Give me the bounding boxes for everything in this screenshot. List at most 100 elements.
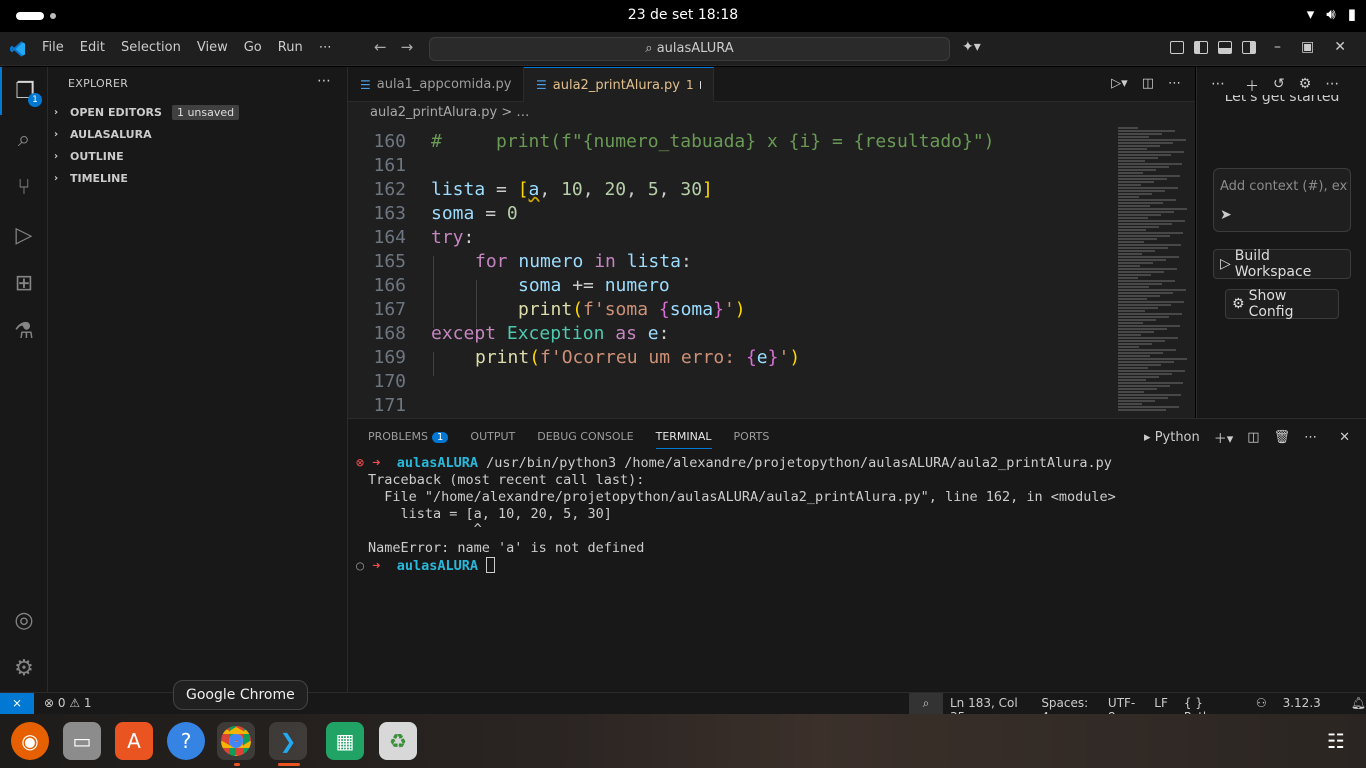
toggle-secondary-sidebar-icon[interactable] — [1242, 41, 1256, 54]
unsaved-dot-icon[interactable] — [699, 81, 701, 89]
chat-input[interactable]: Add context (#), extensions (@), command… — [1213, 168, 1351, 232]
build-workspace-icon: ▷ — [1220, 256, 1231, 272]
explorer-icon[interactable]: ❐ 1 — [0, 67, 48, 115]
tab-label: PROBLEMS — [368, 430, 429, 443]
chat-more-icon[interactable]: ⋯ — [1211, 76, 1225, 96]
menu-run[interactable]: Run — [278, 40, 303, 55]
menu-view[interactable]: View — [197, 40, 228, 55]
close-window-icon[interactable]: ✕ — [1334, 39, 1346, 55]
new-chat-plus-icon[interactable]: ＋ — [1245, 76, 1259, 96]
terminal-line: ⊗ ➜ aulasALURA /usr/bin/python3 /home/al… — [356, 455, 1112, 471]
tab-output[interactable]: OUTPUT — [470, 430, 515, 449]
back-arrow-icon[interactable]: ← — [374, 38, 387, 56]
line-number: 168 — [373, 323, 406, 344]
token: : — [658, 323, 670, 344]
show-config-button[interactable]: ⚙ Show Config — [1225, 288, 1339, 320]
history-icon[interactable]: ↺ — [1273, 76, 1285, 96]
date-time[interactable]: 23 de set 18:18 — [0, 7, 1366, 23]
minimap-line — [1118, 370, 1185, 372]
new-terminal-plus-icon[interactable]: ＋▾ — [1214, 428, 1234, 447]
tab-aula2-printalura[interactable]: ☰ aula2_printAlura.py 1 — [524, 67, 714, 102]
help-icon[interactable]: ? — [167, 722, 205, 760]
minimap-line — [1118, 214, 1161, 216]
close-panel-icon[interactable]: ✕ — [1339, 430, 1350, 445]
menu-more[interactable]: ⋯ — [319, 40, 332, 55]
minimize-icon[interactable]: – — [1274, 39, 1281, 55]
tab-debug-console[interactable]: DEBUG CONSOLE — [537, 430, 633, 449]
minimap-line — [1118, 196, 1139, 198]
customize-layout-icon[interactable] — [1170, 41, 1184, 54]
token: except — [431, 323, 497, 344]
prompt-arrow-icon: ➜ — [372, 558, 381, 574]
spreadsheet-icon[interactable]: ▦ — [326, 722, 364, 760]
split-editor-icon[interactable]: ◫ — [1142, 76, 1154, 91]
source-control-icon[interactable]: ⑂ — [0, 163, 48, 211]
error-circle-icon: ⊗ — [356, 455, 365, 471]
python-file-icon: ☰ — [536, 78, 547, 92]
copilot-menu-icon[interactable]: ✦▾ — [962, 39, 981, 55]
menu-selection[interactable]: Selection — [121, 40, 181, 55]
prompt-circle-icon: ○ — [356, 558, 365, 574]
firefox-icon[interactable]: ◉ — [11, 722, 49, 760]
manage-gear-icon[interactable]: ⚙ — [0, 644, 48, 692]
token: ' — [778, 347, 790, 368]
tab-aula1-appcomida[interactable]: ☰ aula1_appcomida.py — [348, 67, 524, 102]
terminal-selector[interactable]: ▸ Python — [1144, 430, 1200, 445]
more-actions-icon[interactable]: ⋯ — [317, 73, 331, 89]
minimap-line — [1118, 316, 1169, 318]
minimap-line — [1118, 202, 1163, 204]
accounts-icon[interactable]: ◎ — [0, 596, 48, 644]
minimap-line — [1118, 232, 1183, 234]
minimap-line — [1118, 145, 1160, 147]
chat-overflow-icon[interactable]: ⋯ — [1325, 76, 1339, 96]
toggle-panel-icon[interactable] — [1218, 41, 1232, 54]
show-apps-icon[interactable]: ☷ — [1317, 722, 1355, 760]
tab-terminal[interactable]: TERMINAL — [655, 430, 712, 449]
chat-input-placeholder: Add context (#), extensions (@), command… — [1220, 179, 1348, 194]
remote-indicator-icon[interactable]: ⨯ — [0, 693, 34, 715]
section-open-editors[interactable]: › OPEN EDITORS 1 unsaved — [54, 101, 240, 123]
menu-go[interactable]: Go — [244, 40, 262, 55]
files-icon[interactable]: ▭ — [63, 722, 101, 760]
run-debug-icon[interactable]: ▷ — [0, 211, 48, 259]
search-view-icon[interactable]: ⌕ — [0, 115, 48, 163]
send-icon[interactable]: ➤ — [1220, 207, 1348, 223]
token: , — [626, 179, 648, 200]
section-timeline[interactable]: › TIMELINE — [54, 167, 128, 189]
code-editor[interactable]: 160 161 162 163 164 165 166 167 168 169 … — [348, 124, 1195, 418]
vscode-icon[interactable]: ❯ — [269, 722, 307, 760]
section-outline[interactable]: › OUTLINE — [54, 145, 124, 167]
minimap-line — [1118, 253, 1142, 255]
run-python-file-icon[interactable]: ▷▾ — [1111, 76, 1128, 91]
tab-problems[interactable]: PROBLEMS 1 — [368, 430, 449, 449]
toggle-primary-sidebar-icon[interactable] — [1194, 41, 1208, 54]
build-workspace-button[interactable]: ▷ Build Workspace — [1213, 248, 1351, 280]
problems-status[interactable]: ⊗ 0 ⚠ 1 — [44, 696, 92, 710]
trash-icon[interactable]: 🗑︎ — [1274, 430, 1291, 445]
editor-more-icon[interactable]: ⋯ — [1168, 76, 1181, 91]
breadcrumb[interactable]: aula2_printAlura.py > … — [348, 102, 1195, 124]
extensions-icon[interactable]: ⊞ — [0, 259, 48, 307]
token: , — [539, 179, 562, 200]
maximize-icon[interactable]: ▣ — [1301, 39, 1314, 55]
minimap-line — [1118, 160, 1145, 162]
split-terminal-icon[interactable]: ◫ — [1247, 430, 1259, 445]
panel-more-icon[interactable]: ⋯ — [1304, 430, 1317, 445]
token: } — [713, 299, 724, 320]
testing-flask-icon[interactable]: ⚗ — [0, 307, 48, 355]
app-center-icon[interactable]: A — [115, 722, 153, 760]
command-center-search[interactable]: ⌕ aulasALURA — [429, 37, 950, 61]
line-number: 167 — [373, 299, 406, 320]
minimap[interactable] — [1115, 124, 1195, 418]
zoom-icon[interactable]: ⌕ — [909, 693, 943, 715]
system-tray[interactable]: ▾ 🔊︎ ▮ — [1307, 5, 1356, 23]
forward-arrow-icon[interactable]: → — [401, 38, 414, 56]
token: ] — [702, 179, 713, 200]
menu-file[interactable]: File — [42, 40, 64, 55]
section-aulasalura[interactable]: › AULASALURA — [54, 123, 152, 145]
chrome-icon[interactable] — [217, 722, 255, 760]
tab-ports[interactable]: PORTS — [734, 430, 770, 449]
menu-edit[interactable]: Edit — [80, 40, 105, 55]
trash-bin-icon[interactable]: ♻ — [379, 722, 417, 760]
chat-settings-gear-icon[interactable]: ⚙ — [1299, 76, 1312, 96]
